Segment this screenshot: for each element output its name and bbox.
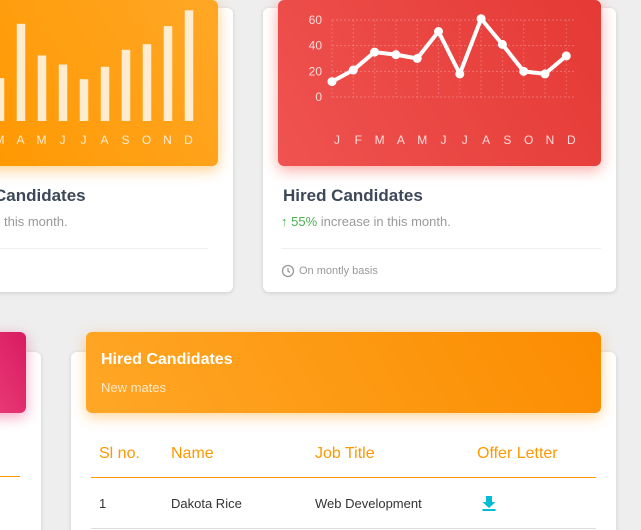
data-point <box>540 69 550 79</box>
card-title: Candidates <box>0 186 86 205</box>
partial-card-header <box>0 332 26 413</box>
card-divider <box>0 248 208 249</box>
x-tick-label: O <box>524 133 533 147</box>
x-tick-label: F <box>355 133 362 147</box>
bar-0 <box>0 78 5 121</box>
table-card-header: Hired Candidates New mates <box>86 332 601 413</box>
line-chart-header: 60 40 20 0 J F M A M J J A S O N D <box>278 0 601 166</box>
column-header-job: Job Title <box>315 445 375 462</box>
line-chart: 6040200J F M A M J J A S O N D <box>309 13 576 147</box>
card-category: ↑ 55% increase in this month. <box>281 214 451 229</box>
x-tick-label: A <box>397 133 405 147</box>
bar-5 <box>100 66 110 121</box>
y-tick-label: 40 <box>309 39 323 53</box>
x-tick-label: D <box>567 133 576 147</box>
column-header-name: Name <box>171 445 214 462</box>
card-title: Hired Candidates <box>283 186 423 205</box>
x-tick-label: J <box>334 133 340 147</box>
percent-value: 55% <box>291 214 318 229</box>
x-tick-label: M <box>417 133 427 147</box>
x-tick-label: N <box>163 133 173 147</box>
data-point <box>348 65 358 75</box>
bar-chart: MAMJJASOND <box>0 10 194 147</box>
data-point <box>497 39 507 49</box>
data-point <box>370 47 380 57</box>
table-card-title: Hired Candidates <box>101 351 233 368</box>
card-category: this month. <box>4 214 68 229</box>
card-footer: On montly basis <box>281 264 378 278</box>
footer-text: On montly basis <box>299 265 378 277</box>
x-tick-label: J <box>81 133 88 147</box>
bar-9 <box>184 10 194 121</box>
table-card-subtitle: New mates <box>101 380 167 395</box>
data-point <box>412 54 422 63</box>
y-tick-label: 0 <box>315 90 322 104</box>
bar-7 <box>142 44 152 121</box>
table-header-rule <box>0 476 20 477</box>
x-tick-label: A <box>16 133 25 147</box>
x-tick-label: A <box>482 133 490 147</box>
series-line <box>331 16 568 84</box>
x-tick-label: J <box>60 133 67 147</box>
column-header-offer: Offer Letter <box>477 445 558 462</box>
data-point <box>519 66 529 76</box>
bar-6 <box>121 49 131 122</box>
bar-3 <box>58 64 68 121</box>
y-tick-label: 60 <box>309 13 323 27</box>
data-point <box>561 51 571 61</box>
column-header-sl: Sl no. <box>99 445 140 462</box>
x-tick-label: M <box>37 133 48 147</box>
bar-4 <box>79 79 89 121</box>
x-tick-label: J <box>462 133 468 147</box>
table-header-rule <box>91 477 596 478</box>
bar-1 <box>16 23 26 121</box>
arrow-up-icon: ↑ <box>281 214 288 229</box>
x-tick-label: A <box>100 133 109 147</box>
cell-name: Dakota Rice <box>171 496 242 511</box>
y-tick-label: 20 <box>309 64 323 78</box>
cell-job: Web Development <box>315 496 422 511</box>
data-point <box>327 77 337 87</box>
data-point <box>391 50 401 60</box>
download-icon[interactable] <box>480 494 498 512</box>
data-point <box>476 14 486 24</box>
data-point <box>455 69 465 79</box>
x-tick-label: M <box>375 133 385 147</box>
x-tick-label: J <box>441 133 447 147</box>
category-text: increase in this month. <box>320 214 451 229</box>
bar-8 <box>163 26 173 121</box>
clock-icon <box>281 264 295 278</box>
row-divider <box>91 528 596 529</box>
cell-sl: 1 <box>99 496 107 511</box>
data-point <box>434 27 443 37</box>
x-tick-label: D <box>184 133 194 147</box>
x-tick-label: S <box>503 133 511 147</box>
card-divider <box>281 248 601 249</box>
x-tick-label: S <box>121 133 130 147</box>
x-tick-label: O <box>142 133 152 147</box>
bar-chart-header: MAMJJASOND <box>0 0 218 166</box>
x-tick-label: N <box>546 133 555 147</box>
bar-2 <box>37 55 47 121</box>
x-tick-label: M <box>0 133 6 147</box>
